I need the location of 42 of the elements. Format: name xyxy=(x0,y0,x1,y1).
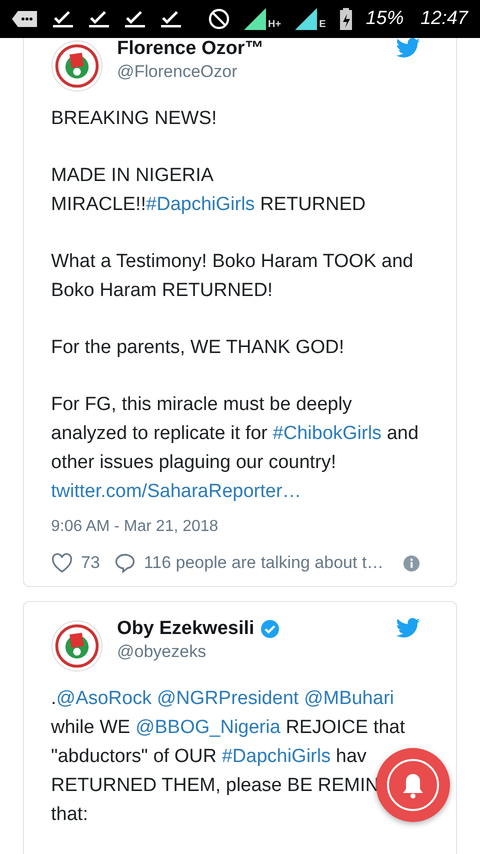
tweet-text: For FG, this miracle must be deeply analyzed to replicate it for #ChibokGirls and other issues plaguing our country! twitter.com/SaharaReporter… xyxy=(51,393,420,504)
tweet-text: For the parents, WE THANK GOD! xyxy=(51,336,346,360)
heart-icon[interactable] xyxy=(51,553,73,573)
clock-time: 12:47 xyxy=(420,8,468,30)
author-handle: @obyezeks xyxy=(117,642,208,662)
like-count: 73 xyxy=(81,553,100,573)
signal-icon xyxy=(244,8,266,30)
bell-icon xyxy=(385,757,441,813)
notification-button[interactable] xyxy=(376,748,450,822)
bird-icon xyxy=(396,38,420,58)
info-icon[interactable] xyxy=(403,554,420,572)
check-icon xyxy=(160,9,182,29)
message-icon xyxy=(12,10,38,28)
tweet-link[interactable]: @MBuhari xyxy=(304,688,394,709)
tweet-link[interactable]: @BBOG_Nigeria xyxy=(135,717,280,738)
author-handle: @FlorenceOzor xyxy=(117,62,238,82)
logo-icon xyxy=(51,40,103,92)
network-type: H+ xyxy=(268,19,282,30)
logo-icon xyxy=(51,620,103,672)
tweet-link[interactable]: #DapchiGirls xyxy=(146,194,255,215)
check-icon xyxy=(88,9,110,29)
talking-count[interactable]: 116 people are talking about t… xyxy=(144,553,395,573)
tweet-text: BREAKING NEWS! xyxy=(51,107,218,131)
speech-bubble-icon[interactable] xyxy=(114,552,136,574)
block-icon xyxy=(208,8,230,30)
tweet-link[interactable]: #DapchiGirls xyxy=(222,746,331,767)
signal-icon xyxy=(295,8,318,30)
battery-icon xyxy=(340,8,352,30)
author-name: Florence Ozor™ xyxy=(117,38,264,60)
tweet-link[interactable]: @NGRPresident xyxy=(156,688,299,709)
network-type: E xyxy=(319,19,326,30)
tweet-link[interactable]: twitter.com/SaharaReporter… xyxy=(51,481,302,502)
tweet-text: What a Testimony! Boko Haram TOOK and Boko Haram RETURNED! xyxy=(51,250,414,303)
tweet-link[interactable]: @AsoRock xyxy=(56,688,152,709)
tweet-timestamp: 9:06 AM - Mar 21, 2018 xyxy=(51,518,220,536)
bird-icon xyxy=(396,618,420,638)
check-icon xyxy=(52,9,74,29)
tweet-text: MADE IN NIGERIA MIRACLE!!#DapchiGirls RETURNED xyxy=(51,164,367,217)
tweet-link[interactable]: #ChibokGirls xyxy=(272,423,382,444)
author-name: Oby Ezekwesili xyxy=(117,618,254,640)
battery-percent: 15% xyxy=(366,8,404,30)
check-icon xyxy=(124,9,146,29)
